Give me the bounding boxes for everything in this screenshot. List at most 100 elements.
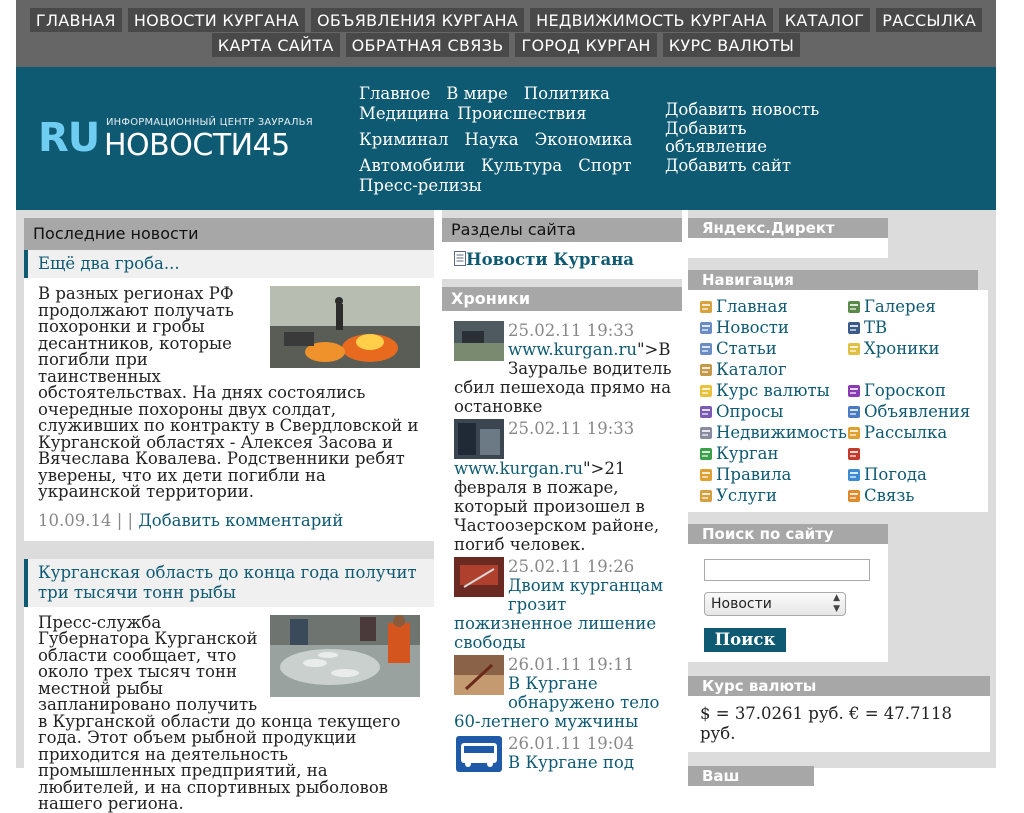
nav-empty[interactable] — [846, 443, 976, 464]
smiley-icon — [698, 383, 714, 399]
currency-rates: $ = 37.0261 руб. € = 47.7118 руб. — [688, 696, 990, 752]
top-nav-currency[interactable]: КУРС ВАЛЮТЫ — [663, 33, 800, 57]
nav-item[interactable]: Услуги — [698, 485, 846, 506]
site-logo[interactable]: RU ИНФОРМАЦИОННЫЙ ЦЕНТР ЗАУРАЛЬЯ НОВОСТИ… — [38, 115, 318, 163]
chronicle-thumb[interactable] — [454, 557, 504, 597]
category-sport[interactable]: Спорт — [578, 156, 631, 176]
nav-item-label: Услуги — [716, 485, 777, 506]
chronicle-item: 25.02.11 19:33 www.kurgan.ru">В Зауралье… — [454, 321, 672, 416]
mail-icon — [846, 425, 862, 441]
bus-stop-thumb[interactable] — [454, 734, 504, 774]
news-headline[interactable]: Курганская область до конца года получит… — [24, 559, 434, 607]
nav-item-label: ТВ — [864, 317, 887, 338]
nav-item[interactable]: Гороскоп — [846, 380, 976, 401]
nav-item-label: Каталог — [716, 359, 787, 380]
nav-item-label: Связь — [864, 485, 914, 506]
top-nav-kurgan-realty[interactable]: НЕДВИЖИМОСТЬ КУРГАНА — [530, 8, 773, 32]
nav-item[interactable]: Правила — [698, 464, 846, 485]
nav-empty — [846, 359, 976, 380]
top-nav-home[interactable]: ГЛАВНАЯ — [30, 8, 122, 32]
zodiac-icon — [846, 383, 862, 399]
nav-item[interactable]: Курс валюты — [698, 380, 846, 401]
chronicle-link[interactable]: www.kurgan.ru — [454, 459, 583, 478]
rules-icon — [698, 467, 714, 483]
nav-item-label: Объявления — [864, 401, 970, 422]
sections-title: Разделы сайта — [442, 218, 682, 242]
news-item: Курганская область до конца года получит… — [24, 559, 434, 813]
add-news-link[interactable]: Добавить новость — [665, 101, 835, 120]
header-links: Добавить новость Добавить объявление Доб… — [665, 101, 835, 175]
right-column: Яндекс.Директ Навигация ГлавнаяГалереяНо… — [688, 218, 990, 786]
category-world[interactable]: В мире — [446, 84, 508, 104]
nav-item[interactable]: Галерея — [846, 296, 976, 317]
top-nav-kurgan-news[interactable]: НОВОСТИ КУРГАНА — [128, 8, 305, 32]
search-input[interactable] — [704, 559, 870, 581]
middle-column: Разделы сайта Новости Кургана Хроники 25… — [442, 218, 682, 777]
nav-item[interactable]: Рассылка — [846, 422, 976, 443]
chronicle-date: 25.02.11 19:33 — [508, 321, 634, 340]
category-main[interactable]: Главное — [359, 84, 430, 104]
search-section-select[interactable]: Новости ▲▼ — [704, 592, 846, 616]
chronicle-link[interactable]: В Кургане под — [508, 753, 634, 772]
news-photo-fish[interactable] — [270, 615, 420, 697]
category-crime[interactable]: Криминал — [359, 130, 448, 150]
news-meta: 10.09.14 | | Добавить комментарий — [24, 501, 434, 541]
category-press-releases[interactable]: Пресс-релизы — [359, 176, 482, 196]
currency-title: Курс валюты — [688, 676, 990, 696]
nav-item[interactable]: Хроники — [846, 338, 976, 359]
top-nav-sitemap[interactable]: КАРТА САЙТА — [212, 33, 340, 57]
chronicle-date: 26.01.11 19:04 — [508, 734, 634, 753]
top-nav-mailing[interactable]: РАССЫЛКА — [876, 8, 982, 32]
nav-item[interactable]: Связь — [846, 485, 976, 506]
category-cars[interactable]: Автомобили — [359, 156, 465, 176]
chronicle-link[interactable]: www.kurgan.ru — [508, 340, 637, 359]
nav-item[interactable]: Статьи — [698, 338, 846, 359]
site-header: RU ИНФОРМАЦИОННЫЙ ЦЕНТР ЗАУРАЛЬЯ НОВОСТИ… — [16, 67, 996, 210]
nav-item[interactable]: Объявления — [846, 401, 976, 422]
chronicle-thumb[interactable] — [454, 419, 504, 459]
search-title: Поиск по сайту — [688, 524, 888, 544]
nav-item-label: Курган — [716, 443, 779, 464]
category-incidents[interactable]: Происшествия — [457, 104, 586, 124]
nav-item-label: Опросы — [716, 401, 783, 422]
news-headline[interactable]: Ещё два гроба... — [24, 250, 434, 278]
section-link-kurgan-news[interactable]: Новости Кургана — [466, 250, 634, 269]
news-photo-protest[interactable] — [270, 286, 420, 368]
chronicle-date: 26.01.11 19:11 — [508, 655, 634, 674]
sections-box: Новости Кургана — [442, 242, 682, 279]
add-site-link[interactable]: Добавить сайт — [665, 157, 835, 176]
nav-item[interactable]: Опросы — [698, 401, 846, 422]
buildings-icon — [698, 425, 714, 441]
top-nav-city-kurgan[interactable]: ГОРОД КУРГАН — [515, 33, 656, 57]
spacer — [688, 662, 990, 676]
chronicle-thumb[interactable] — [454, 321, 504, 361]
horoscope-title: Ваш гороскоп — [688, 766, 814, 786]
nav-item-label: Правила — [716, 464, 791, 485]
add-ad-link[interactable]: Добавить объявление — [665, 120, 835, 157]
latest-news-title: Последние новости — [24, 218, 434, 250]
search-select-value: Новости — [711, 596, 772, 612]
nav-item[interactable]: Каталог — [698, 359, 846, 380]
category-politics[interactable]: Политика — [524, 84, 610, 104]
category-economy[interactable]: Экономика — [535, 130, 633, 150]
chronicle-item: 25.02.11 19:26 Двоим курганцам грозит по… — [454, 557, 672, 652]
category-science[interactable]: Наука — [464, 130, 518, 150]
search-button[interactable]: Поиск — [704, 628, 786, 652]
nav-item[interactable]: Курган — [698, 443, 846, 464]
category-medicine[interactable]: Медицина — [359, 104, 449, 124]
chronicle-date: 25.02.11 19:33 — [508, 419, 634, 438]
nav-item[interactable]: Главная — [698, 296, 846, 317]
logo-name: НОВОСТИ45 — [104, 129, 290, 163]
top-nav-catalog[interactable]: КАТАЛОГ — [779, 8, 871, 32]
header-categories: Главное В мире Политика Медицина Происше… — [359, 84, 649, 196]
top-nav-feedback[interactable]: ОБРАТНАЯ СВЯЗЬ — [346, 33, 510, 57]
nav-item[interactable]: Погода — [846, 464, 976, 485]
nav-item[interactable]: Недвижимость — [698, 422, 846, 443]
chronicle-thumb[interactable] — [454, 655, 504, 695]
spacer — [688, 258, 990, 270]
category-culture[interactable]: Культура — [481, 156, 562, 176]
nav-item[interactable]: ТВ — [846, 317, 976, 338]
add-comment-link[interactable]: Добавить комментарий — [138, 511, 343, 530]
nav-item[interactable]: Новости — [698, 317, 846, 338]
top-nav-kurgan-ads[interactable]: ОБЪЯВЛЕНИЯ КУРГАНА — [311, 8, 524, 32]
